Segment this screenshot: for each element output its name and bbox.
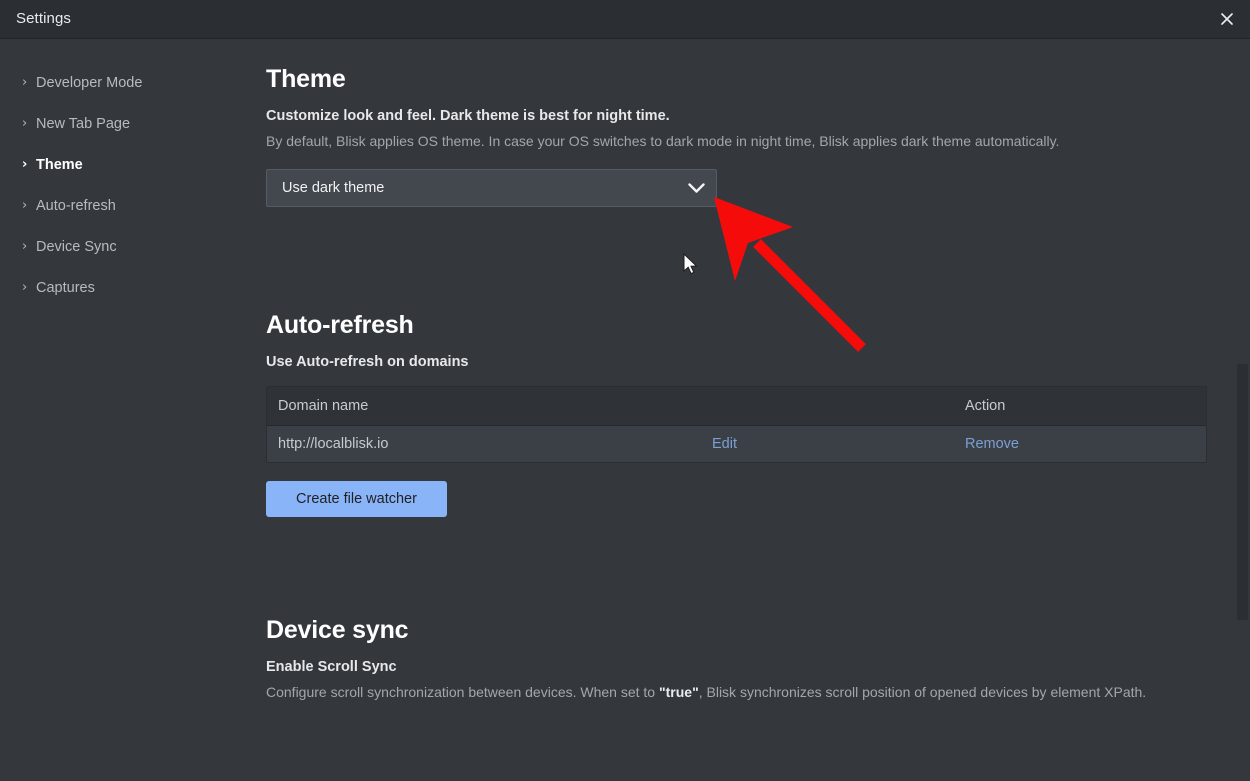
create-file-watcher-button[interactable]: Create file watcher (266, 481, 447, 517)
theme-section-description: By default, Blisk applies OS theme. In c… (266, 133, 1060, 149)
theme-section-title: Theme (266, 65, 346, 93)
remove-link[interactable]: Remove (965, 436, 1019, 452)
settings-window: Settings › Developer Mode › New Tab Page… (0, 0, 1250, 781)
sidebar-item-auto-refresh[interactable]: › Auto-refresh (0, 193, 266, 218)
device-sync-desc-bold: "true" (658, 684, 699, 700)
chevron-right-icon: › (22, 280, 28, 295)
sidebar-item-label: Captures (36, 279, 95, 296)
device-sync-section-title: Device sync (266, 616, 409, 644)
auto-refresh-section-title: Auto-refresh (266, 311, 414, 339)
cell-remove: Remove (965, 436, 1206, 452)
scrollbar-thumb[interactable] (1237, 364, 1248, 620)
settings-sidebar: › Developer Mode › New Tab Page › Theme … (0, 39, 266, 781)
column-header-action: Action (965, 398, 1006, 414)
auto-refresh-section: Auto-refresh Use Auto-refresh on domains… (266, 311, 1208, 517)
theme-section: Theme Customize look and feel. Dark them… (266, 65, 1208, 207)
chevron-right-icon: › (22, 157, 28, 172)
sidebar-item-label: Device Sync (36, 238, 117, 255)
table-row: http://localblisk.io Edit Remove (267, 426, 1206, 462)
close-icon (1219, 11, 1235, 27)
sidebar-item-label: Theme (36, 156, 83, 173)
chevron-right-icon: › (22, 116, 28, 131)
column-header-domain-name: Domain name (278, 398, 369, 414)
cell-edit: Edit (712, 436, 965, 452)
sidebar-item-label: New Tab Page (36, 115, 131, 132)
sidebar-item-label: Developer Mode (36, 74, 143, 91)
table-header-row: Domain name Action (267, 387, 1206, 426)
window-titlebar: Settings (0, 0, 1250, 39)
chevron-down-icon (688, 183, 705, 194)
sidebar-item-new-tab-page[interactable]: › New Tab Page (0, 111, 266, 136)
chevron-right-icon: › (22, 198, 28, 213)
cell-domain-name: http://localblisk.io (278, 436, 389, 452)
theme-section-subtitle: Customize look and feel. Dark theme is b… (266, 108, 670, 124)
theme-select-value: Use dark theme (282, 180, 385, 196)
device-sync-section-description: Configure scroll synchronization between… (266, 682, 1186, 702)
edit-link[interactable]: Edit (712, 436, 737, 452)
sidebar-item-device-sync[interactable]: › Device Sync (0, 234, 266, 259)
chevron-right-icon: › (22, 75, 28, 90)
sidebar-item-theme[interactable]: › Theme (0, 152, 266, 177)
settings-content: Theme Customize look and feel. Dark them… (266, 39, 1250, 781)
window-title: Settings (16, 10, 71, 27)
device-sync-desc-part2: , Blisk synchronizes scroll position of … (698, 684, 1147, 700)
sidebar-item-developer-mode[interactable]: › Developer Mode (0, 70, 266, 95)
sidebar-item-label: Auto-refresh (36, 197, 116, 214)
device-sync-section: Device sync Enable Scroll Sync Configure… (266, 616, 1208, 702)
theme-select[interactable]: Use dark theme (266, 169, 717, 207)
content-scrollbar[interactable] (1235, 39, 1250, 781)
chevron-right-icon: › (22, 239, 28, 254)
device-sync-desc-part1: Configure scroll synchronization between… (266, 684, 659, 700)
auto-refresh-section-subtitle: Use Auto-refresh on domains (266, 354, 469, 370)
sidebar-item-captures[interactable]: › Captures (0, 275, 266, 300)
close-button[interactable] (1204, 0, 1250, 38)
domains-table: Domain name Action http://localblisk.io … (266, 386, 1207, 463)
device-sync-section-subtitle: Enable Scroll Sync (266, 659, 397, 675)
